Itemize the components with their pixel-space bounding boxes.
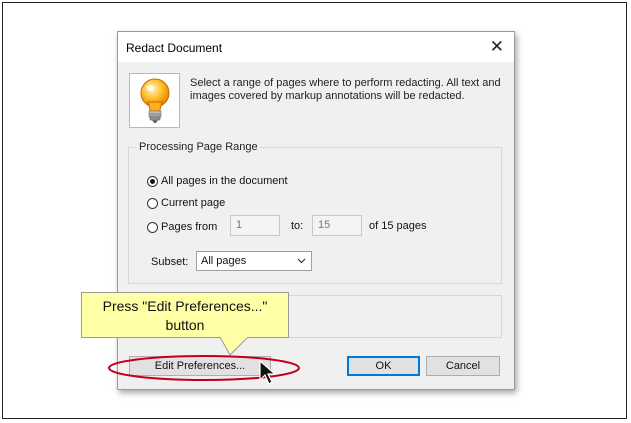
radio-button[interactable]: [147, 197, 158, 209]
group-label: Processing Page Range: [137, 141, 260, 153]
radio-button-checked[interactable]: [147, 175, 158, 187]
ok-button[interactable]: OK: [347, 356, 420, 376]
callout-line: Press "Edit Preferences...": [102, 298, 268, 314]
dialog-description: Select a range of pages where to perform…: [190, 77, 501, 102]
radio-label: Current page: [161, 197, 226, 209]
cancel-button[interactable]: Cancel: [426, 356, 500, 376]
radio-all-pages[interactable]: All pages in the document: [147, 175, 288, 187]
subset-select[interactable]: All pages: [196, 251, 312, 271]
mouse-cursor-icon: [259, 360, 277, 385]
info-icon-box: [129, 73, 180, 128]
total-pages-label: of 15 pages: [369, 220, 427, 232]
to-label: to:: [291, 220, 304, 232]
instruction-callout: Press "Edit Preferences..." button: [81, 292, 289, 338]
dialog-title: Redact Document: [126, 41, 223, 55]
radio-label: All pages in the document: [161, 175, 288, 187]
radio-label: Pages from: [161, 221, 218, 233]
radio-button[interactable]: [147, 221, 158, 233]
processing-page-range-group: Processing Page Range All pages in the d…: [128, 141, 502, 284]
callout-line: button: [165, 317, 205, 333]
close-icon[interactable]: ✕: [490, 38, 504, 55]
pages-to-input[interactable]: 15: [312, 215, 362, 236]
chevron-down-icon: [297, 258, 306, 264]
subset-value: All pages: [201, 255, 247, 267]
pages-from-input[interactable]: 1: [230, 215, 280, 236]
lightbulb-icon: [140, 78, 170, 123]
subset-label: Subset:: [151, 256, 189, 268]
dialog-titlebar: Redact Document ✕: [118, 32, 514, 62]
radio-pages-from[interactable]: Pages from: [147, 221, 217, 233]
radio-current-page[interactable]: Current page: [147, 197, 225, 209]
